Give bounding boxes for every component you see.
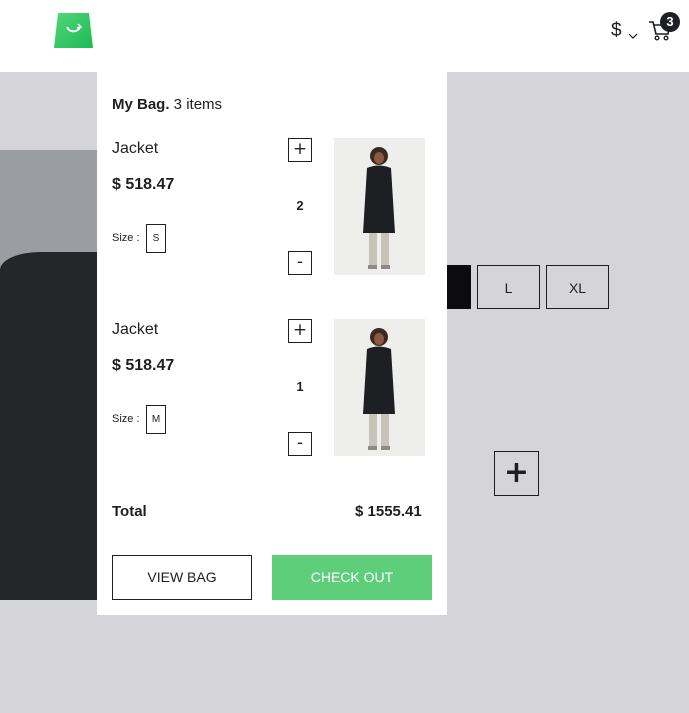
chevron-down-icon[interactable] bbox=[628, 25, 638, 44]
product-photo-jacket bbox=[0, 252, 97, 600]
size-option-l[interactable]: L bbox=[477, 265, 540, 309]
mini-cart-item-count: 3 items bbox=[169, 96, 223, 113]
total-label: Total bbox=[112, 503, 147, 520]
increase-quantity-button[interactable]: + bbox=[288, 319, 312, 343]
cart-item-size-label: Size : bbox=[112, 232, 140, 244]
header: $ 3 bbox=[0, 0, 689, 72]
cart-item-quantity: 2 bbox=[296, 198, 304, 213]
cart-item-image bbox=[334, 138, 425, 275]
cart-item-size[interactable]: M bbox=[146, 405, 166, 434]
cart-item-name: Jacket bbox=[112, 321, 159, 338]
increase-quantity-button[interactable]: + bbox=[288, 138, 312, 162]
plus-button[interactable]: + bbox=[494, 451, 539, 496]
cart-count-badge: 3 bbox=[660, 12, 680, 32]
currency-switcher[interactable]: $ bbox=[611, 20, 622, 42]
cart-item-size-label: Size : bbox=[112, 413, 140, 425]
shopping-bag-logo-icon[interactable] bbox=[53, 10, 94, 49]
mini-cart-title-label: My Bag. bbox=[112, 96, 170, 113]
mini-cart-title: My Bag. 3 items bbox=[112, 96, 222, 113]
checkout-button[interactable]: CHECK OUT bbox=[272, 555, 432, 600]
view-bag-button[interactable]: VIEW BAG bbox=[112, 555, 252, 600]
cart-item-price: $ 518.47 bbox=[112, 176, 175, 193]
decrease-quantity-button[interactable]: - bbox=[288, 251, 312, 275]
cart-item-image bbox=[334, 319, 425, 456]
size-option-xl[interactable]: XL bbox=[546, 265, 609, 309]
cart-item-quantity: 1 bbox=[296, 379, 304, 394]
cart-item-size[interactable]: S bbox=[146, 224, 166, 253]
cart-item: Jacket $ 518.47 Size : S + 2 - bbox=[97, 138, 447, 278]
total-value: $ 1555.41 bbox=[355, 503, 422, 520]
cart-item-name: Jacket bbox=[112, 140, 159, 157]
decrease-quantity-button[interactable]: - bbox=[288, 432, 312, 456]
size-option-selected[interactable] bbox=[447, 265, 471, 309]
cart-item-price: $ 518.47 bbox=[112, 357, 175, 374]
cart-item: Jacket $ 518.47 Size : M + 1 - bbox=[97, 319, 447, 459]
mini-cart: My Bag. 3 items Jacket $ 518.47 Size : S… bbox=[97, 72, 447, 615]
